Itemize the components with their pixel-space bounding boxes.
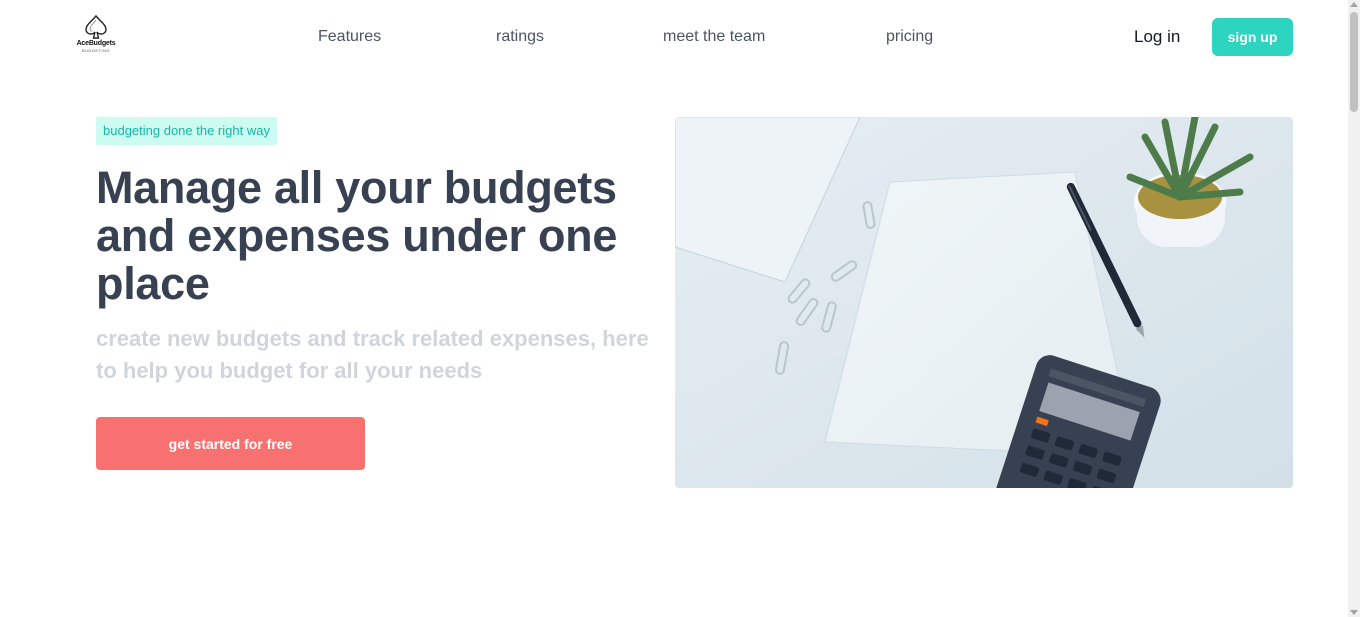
hero-subtitle: create new budgets and track related exp…	[96, 326, 649, 383]
nav-link-pricing[interactable]: pricing	[886, 27, 933, 47]
nav-link-ratings[interactable]: ratings	[496, 27, 544, 47]
hero-title: Manage all your budgets and expenses und…	[96, 162, 618, 309]
brand-name: AceBudgets	[76, 40, 116, 47]
hero-image	[675, 117, 1293, 488]
hero-badge: budgeting done the right way	[96, 117, 277, 145]
login-link[interactable]: Log in	[1134, 27, 1180, 47]
nav-link-features[interactable]: Features	[318, 27, 381, 47]
spade-icon	[85, 14, 107, 39]
signup-button[interactable]: sign up	[1212, 18, 1293, 56]
scroll-up-arrow-icon[interactable]	[1350, 2, 1358, 7]
desk-calculator-photo	[675, 117, 1293, 488]
nav-link-meet-the-team[interactable]: meet the team	[663, 27, 765, 47]
scroll-thumb[interactable]	[1350, 12, 1358, 112]
brand-logo[interactable]: AceBudgets BUDGETING	[70, 14, 122, 60]
scroll-down-arrow-icon[interactable]	[1350, 610, 1358, 615]
page-scrollbar[interactable]	[1348, 0, 1360, 617]
brand-tagline: BUDGETING	[81, 48, 111, 53]
navbar: AceBudgets BUDGETING Features ratings me…	[0, 0, 1348, 76]
get-started-button[interactable]: get started for free	[96, 417, 365, 470]
